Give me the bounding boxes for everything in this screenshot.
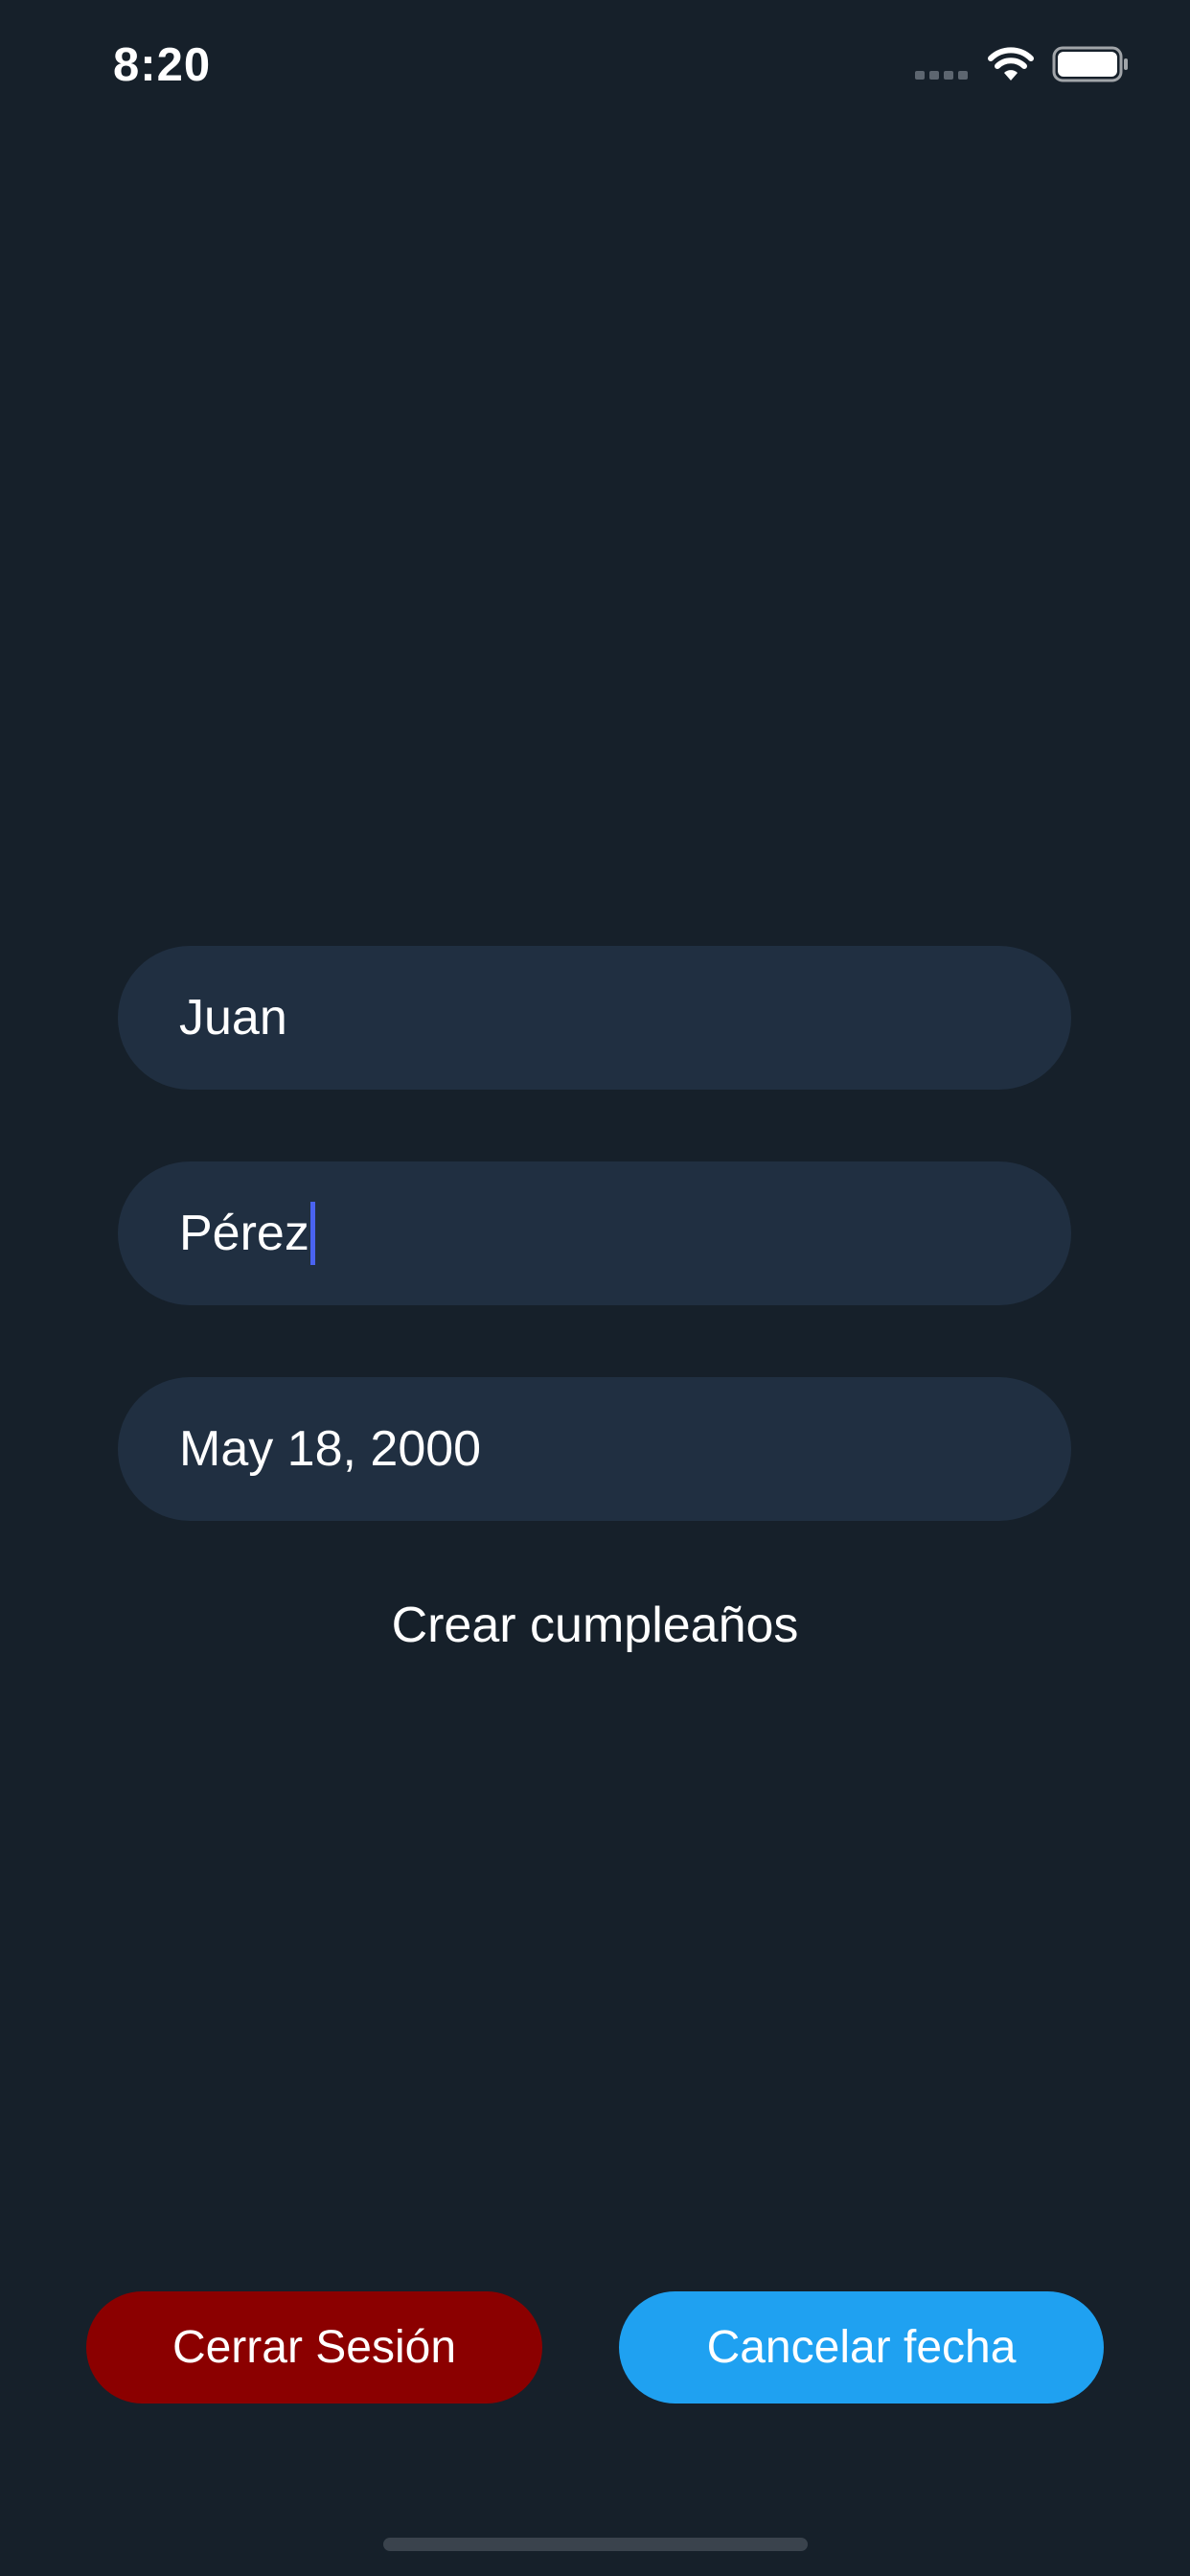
battery-icon xyxy=(1052,46,1128,82)
text-cursor xyxy=(309,1202,315,1265)
cancel-date-button-label: Cancelar fecha xyxy=(706,2322,1017,2373)
status-time: 8:20 xyxy=(113,39,212,91)
home-indicator[interactable] xyxy=(383,2538,808,2551)
logout-button-label: Cerrar Sesión xyxy=(172,2322,457,2373)
cancel-date-button[interactable]: Cancelar fecha xyxy=(619,2291,1104,2404)
first-name-value: Juan xyxy=(179,990,287,1046)
birthday-form-screen: 8:20 Juan Pérez May 18, 2000 Crear cumpl… xyxy=(0,0,1190,2576)
birth-date-value: May 18, 2000 xyxy=(179,1421,482,1477)
wifi-icon xyxy=(988,47,1034,80)
first-name-field[interactable]: Juan xyxy=(118,946,1071,1090)
logout-button[interactable]: Cerrar Sesión xyxy=(86,2291,542,2404)
create-birthday-button[interactable]: Crear cumpleaños xyxy=(0,1591,1190,1660)
last-name-field[interactable]: Pérez xyxy=(118,1162,1071,1305)
last-name-value: Pérez xyxy=(179,1206,309,1261)
cellular-signal-icon xyxy=(915,71,968,80)
birth-date-field[interactable]: May 18, 2000 xyxy=(118,1377,1071,1521)
